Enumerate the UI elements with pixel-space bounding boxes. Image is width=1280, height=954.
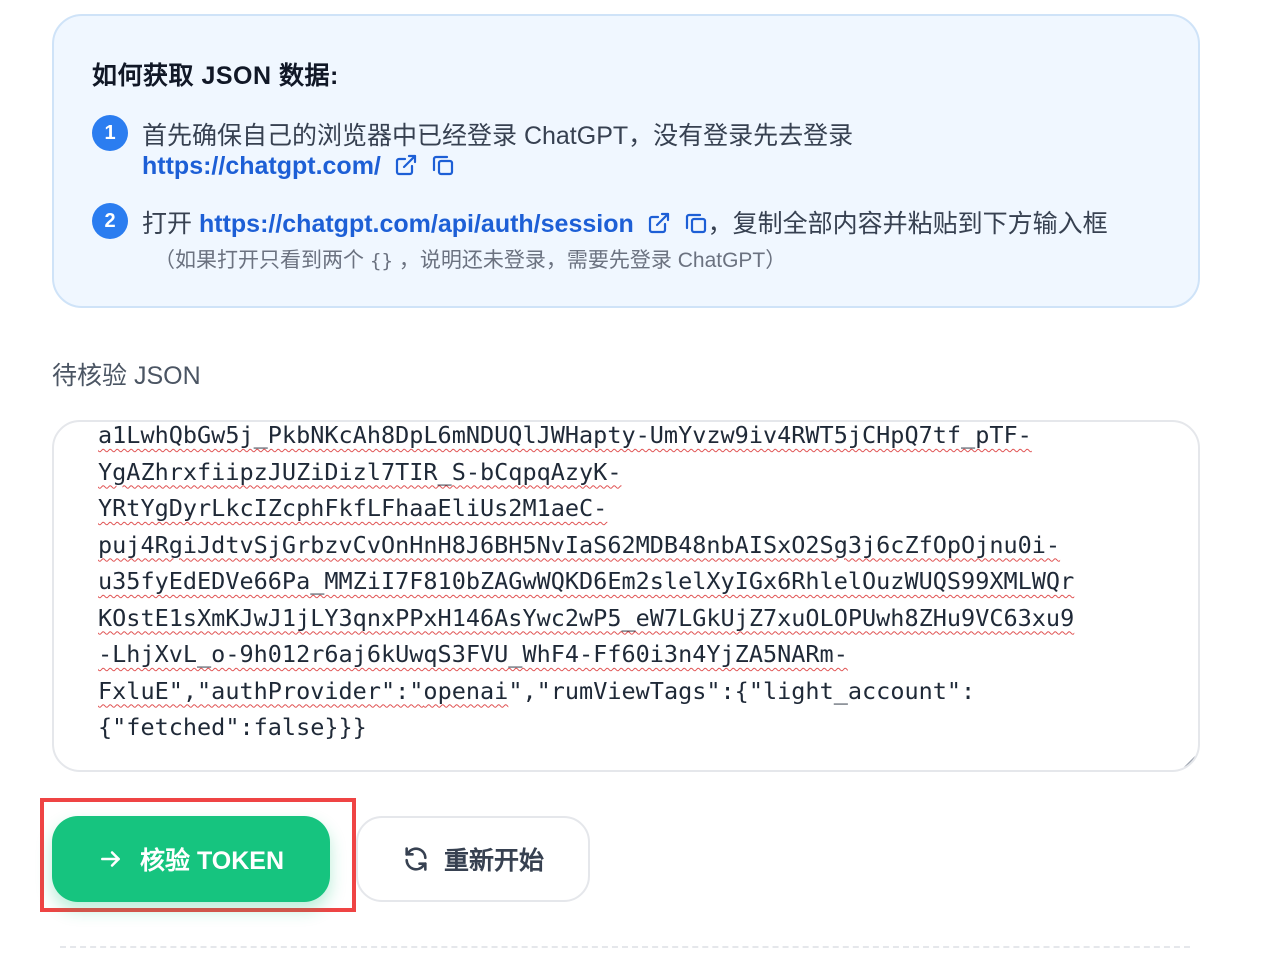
json-line-9: {"fetched":false}}} xyxy=(98,713,367,741)
json-line-7: -LhjXvL_o-9h012r6aj6kUwqS3FVU_WhF4-Ff60i… xyxy=(98,640,848,668)
arrow-right-icon xyxy=(101,851,120,867)
step-1-badge: 1 xyxy=(92,115,128,151)
page: 如何获取 JSON 数据: 1 首先确保自己的浏览器中已经登录 ChatGPT，… xyxy=(0,0,1280,954)
bottom-divider xyxy=(60,946,1190,948)
empty-braces: {} xyxy=(370,250,393,272)
json-line-8: FxluE","authProvider":"openai","rumViewT… xyxy=(98,676,976,705)
restart-label: 重新开始 xyxy=(443,847,544,875)
step-1-text: 首先确保自己的浏览器中已经登录 ChatGPT，没有登录先去登录 xyxy=(142,122,854,150)
external-link-icon[interactable] xyxy=(647,211,671,242)
json-line-2: YgAZhrxfiipzJUZiDizl7TIR_S-bCqpqAzyK- xyxy=(98,457,622,486)
instructions-title: 如何获取 JSON 数据: xyxy=(92,62,339,90)
json-input[interactable]: a1LwhQbGw5j_PkbNKcAh8DpL6mNDUQlJWHapty-U… xyxy=(52,420,1200,772)
restart-button[interactable]: 重新开始 xyxy=(356,816,590,902)
external-link-icon[interactable] xyxy=(394,153,418,184)
json-field-label: 待核验 JSON xyxy=(52,362,201,390)
json-line-5: u35fyEdEDVe66Pa_MMZiI7F810bZAGwWQKD6Em2s… xyxy=(98,567,1075,595)
step-1-link-row: https://chatgpt.com/ xyxy=(142,152,455,184)
verify-token-button[interactable]: 核验 TOKEN xyxy=(52,816,330,902)
resize-handle-icon[interactable] xyxy=(1180,752,1196,768)
step-2-suffix: ，复制全部内容并粘贴到下方输入框 xyxy=(707,210,1108,238)
verify-token-label: 核验 TOKEN xyxy=(140,847,284,875)
step-2-prefix: 打开 xyxy=(142,210,193,238)
chatgpt-link[interactable]: https://chatgpt.com/ xyxy=(142,152,381,180)
copy-icon[interactable] xyxy=(684,211,708,242)
copy-icon[interactable] xyxy=(431,153,455,184)
step-2-text: 打开 https://chatgpt.com/api/auth/session … xyxy=(142,204,1108,242)
instructions-card: 如何获取 JSON 数据: 1 首先确保自己的浏览器中已经登录 ChatGPT，… xyxy=(52,14,1200,308)
json-line-6: KOstE1sXmKJwJ1jLY3qnxPPxH146AsYwc2wP5_eW… xyxy=(98,603,1075,632)
step-2-note: （如果打开只看到两个{} ，说明还未登录，需要先登录 ChatGPT） xyxy=(154,249,787,272)
step-2-badge: 2 xyxy=(92,203,128,239)
refresh-icon xyxy=(405,847,427,871)
session-link[interactable]: https://chatgpt.com/api/auth/session xyxy=(199,210,634,238)
json-input-content[interactable]: a1LwhQbGw5j_PkbNKcAh8DpL6mNDUQlJWHapty-U… xyxy=(98,421,1178,770)
json-line-1: a1LwhQbGw5j_PkbNKcAh8DpL6mNDUQlJWHapty-U… xyxy=(98,421,1032,449)
json-line-4: puj4RgiJdtvSjGrbzvCvOnHnH8J6BH5NvIaS62MD… xyxy=(98,530,1061,559)
json-line-3: YRtYgDyrLkcIZcphFkfLFhaaEliUs2M1aeC- xyxy=(98,494,608,522)
